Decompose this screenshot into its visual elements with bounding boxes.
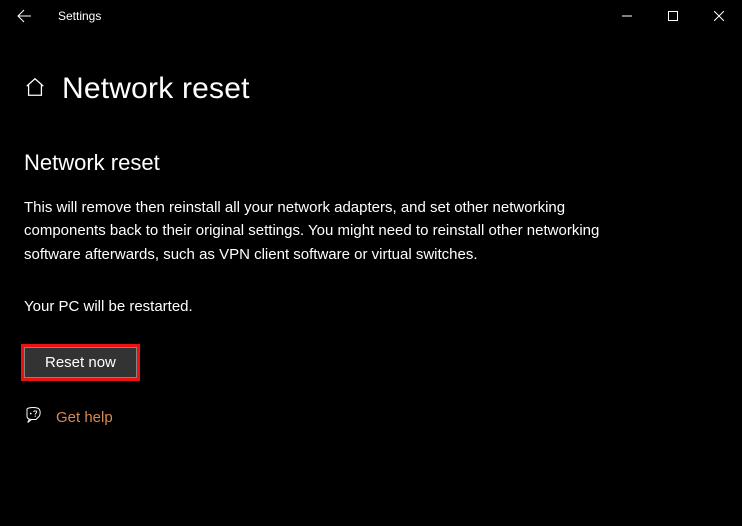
reset-now-button[interactable]: Reset now	[24, 347, 137, 378]
help-row: Get help	[24, 406, 718, 429]
close-icon	[714, 11, 724, 21]
get-help-link[interactable]: Get help	[56, 409, 113, 426]
page-header: Network reset	[24, 72, 718, 106]
window-controls	[604, 0, 742, 32]
section-heading: Network reset	[24, 150, 718, 176]
content-area: Network reset Network reset This will re…	[0, 32, 742, 429]
home-icon	[24, 76, 46, 103]
restart-note: Your PC will be restarted.	[24, 298, 718, 315]
minimize-button[interactable]	[604, 0, 650, 32]
back-arrow-icon	[16, 8, 32, 24]
window-title: Settings	[58, 9, 101, 23]
close-button[interactable]	[696, 0, 742, 32]
minimize-icon	[622, 11, 632, 21]
description-text: This will remove then reinstall all your…	[24, 196, 614, 266]
titlebar: Settings	[0, 0, 742, 32]
maximize-icon	[668, 11, 678, 21]
back-button[interactable]	[8, 0, 40, 32]
help-icon	[24, 406, 42, 429]
maximize-button[interactable]	[650, 0, 696, 32]
page-title: Network reset	[62, 72, 250, 106]
